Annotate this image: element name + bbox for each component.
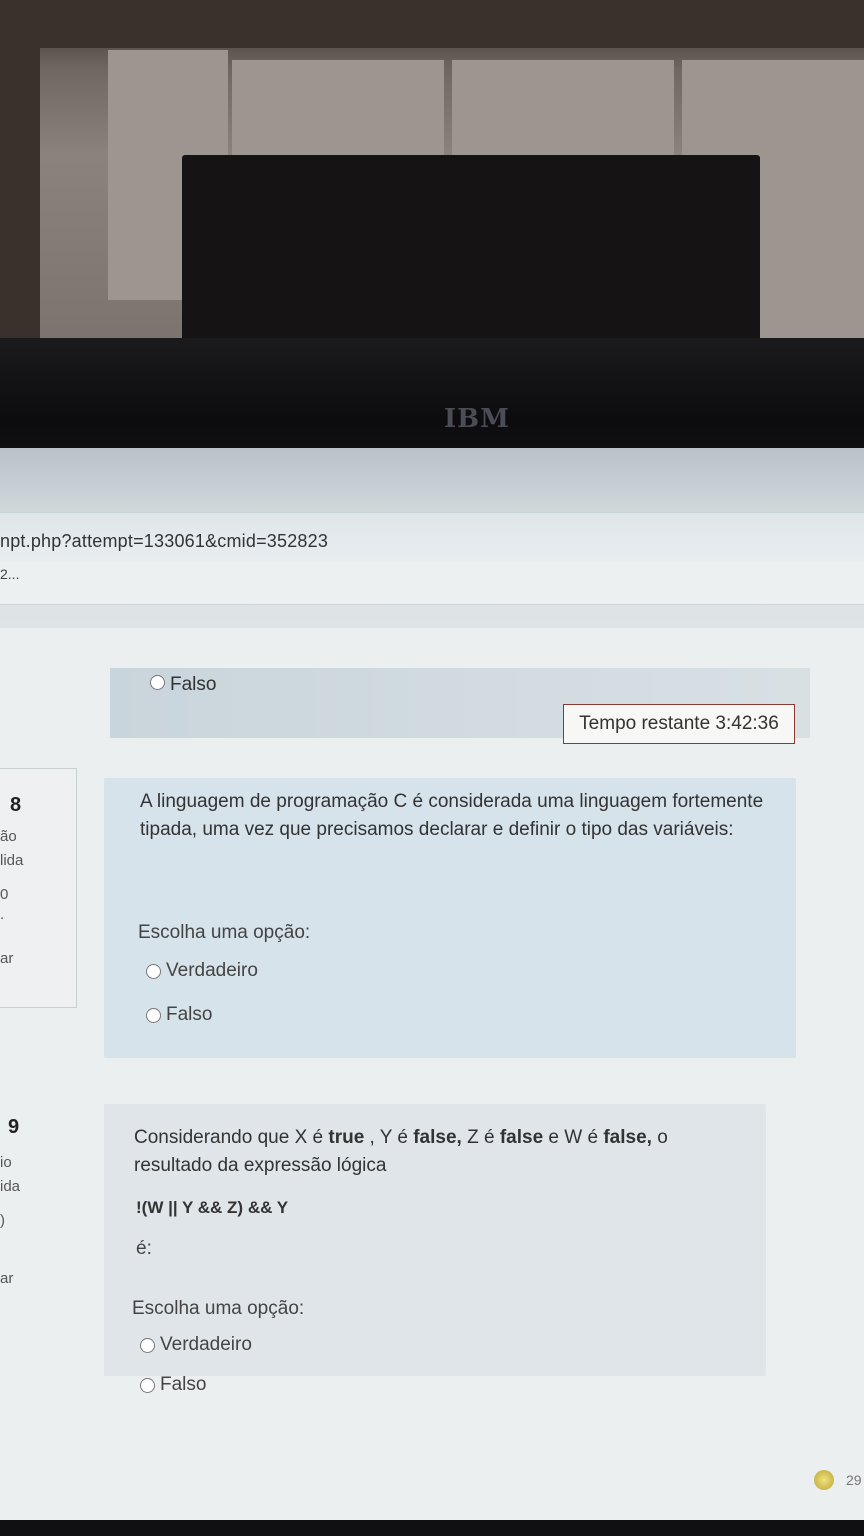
- text-fragment: Considerando que X é: [134, 1127, 329, 1148]
- option-label: Falso: [170, 674, 217, 695]
- flag-question-link[interactable]: ar: [0, 944, 13, 973]
- text-fragment: e W é: [543, 1127, 604, 1148]
- time-remaining-box: Tempo restante 3:42:36: [563, 704, 795, 744]
- option-verdadeiro[interactable]: Verdadeiro: [146, 960, 258, 982]
- text-fragment: Z é: [461, 1127, 500, 1148]
- tab-strip: 2...: [0, 562, 864, 605]
- timer-label: Tempo restante: [579, 713, 711, 734]
- question-number: 9: [8, 1116, 20, 1138]
- radio-icon[interactable]: [146, 1007, 161, 1023]
- question-meta-4: .: [0, 906, 5, 923]
- quiz-page: Falso Tempo restante 3:42:36 8 ão lida 0…: [0, 628, 864, 1520]
- screen-bottom-edge: [0, 1520, 864, 1536]
- logic-expression: !(W || Y && Z) && Y: [136, 1198, 289, 1217]
- expression-suffix: é:: [136, 1238, 152, 1259]
- bold-value: true: [328, 1127, 365, 1148]
- option-verdadeiro[interactable]: Verdadeiro: [140, 1334, 252, 1356]
- option-label: Verdadeiro: [166, 960, 258, 981]
- question-number: 8: [10, 794, 22, 816]
- tab-title[interactable]: 2...: [0, 566, 19, 582]
- option-falso[interactable]: Falso: [146, 1004, 212, 1026]
- option-label: Falso: [166, 1004, 213, 1025]
- bold-value: false,: [413, 1127, 462, 1148]
- timer-value: 3:42:36: [715, 713, 779, 734]
- ibm-logo: IBM: [444, 404, 510, 434]
- clock-icon: [814, 1470, 834, 1490]
- address-bar[interactable]: npt.php?attempt=133061&cmid=352823: [0, 512, 864, 569]
- radio-icon[interactable]: [140, 1337, 155, 1353]
- question-9-text: Considerando que X é true , Y é false, Z…: [134, 1124, 734, 1180]
- url-text[interactable]: npt.php?attempt=133061&cmid=352823: [0, 531, 328, 552]
- bold-value: false,: [603, 1127, 652, 1148]
- question-meta-3: ): [0, 1212, 5, 1229]
- choose-option-label: Escolha uma opção:: [132, 1298, 305, 1319]
- bold-value: false: [499, 1127, 544, 1148]
- radio-icon[interactable]: [146, 963, 161, 979]
- radio-icon[interactable]: [150, 675, 165, 690]
- wall-panel: [452, 60, 674, 160]
- question-8-text: A linguagem de programação C é considera…: [140, 791, 764, 840]
- page-number: 29: [846, 1472, 862, 1488]
- question-meta-2: lida: [0, 852, 24, 869]
- option-label: Verdadeiro: [160, 1334, 252, 1355]
- radio-icon[interactable]: [140, 1377, 155, 1393]
- ceiling-beam: [0, 0, 864, 48]
- choose-option-label: Escolha uma opção:: [138, 922, 311, 943]
- previous-option-falso[interactable]: Falso: [150, 674, 216, 696]
- option-falso[interactable]: Falso: [140, 1374, 206, 1396]
- option-label: Falso: [160, 1374, 207, 1395]
- wall-panel: [232, 60, 444, 160]
- question-meta-2: ida: [0, 1178, 21, 1195]
- wall-edge: [0, 48, 40, 348]
- text-fragment: , Y é: [364, 1127, 414, 1148]
- laptop-screen: npt.php?attempt=133061&cmid=352823 2... …: [0, 448, 864, 1520]
- flag-question-link[interactable]: ar: [0, 1264, 13, 1293]
